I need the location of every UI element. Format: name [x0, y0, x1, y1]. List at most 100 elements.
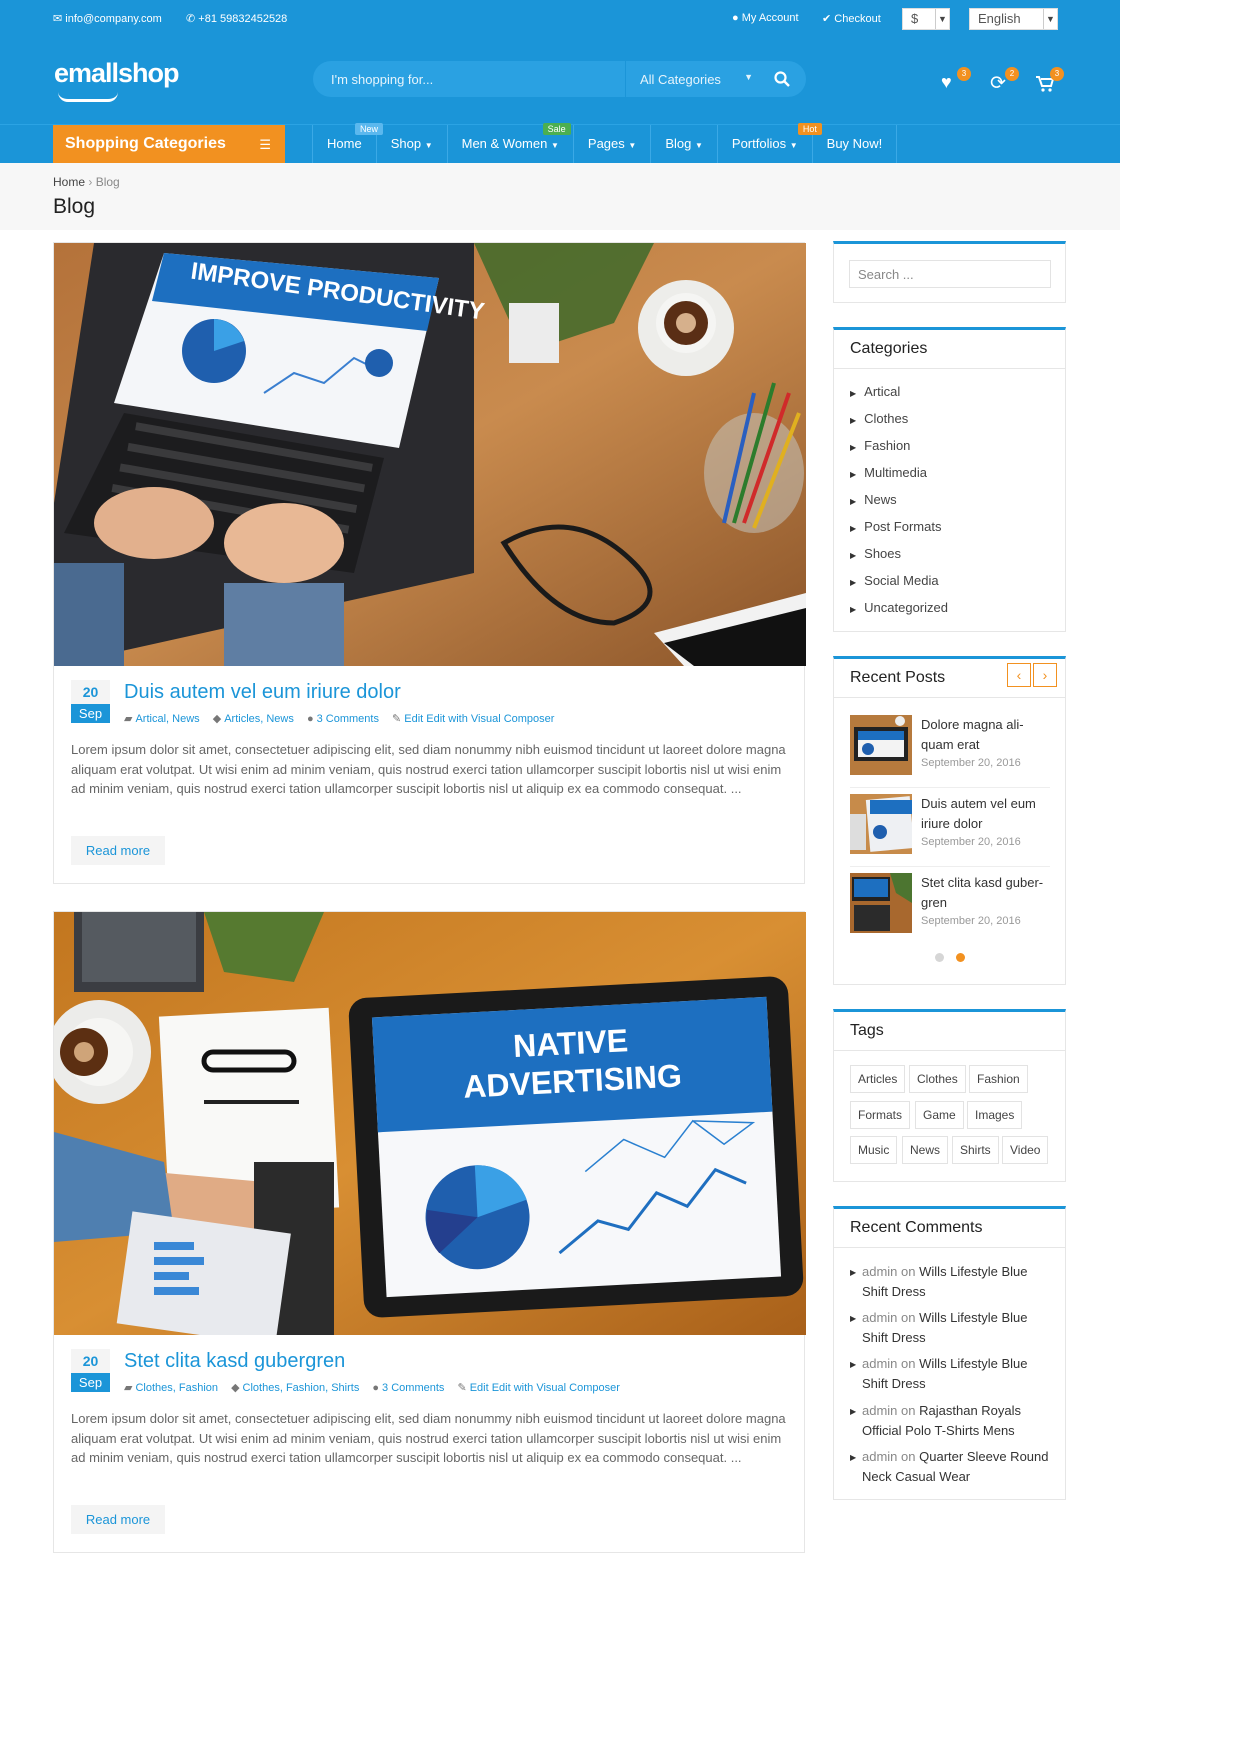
nav-men-women[interactable]: Men & Women ▼ Sale — [448, 123, 574, 163]
recent-post-item[interactable]: Dolore magna ali-quam erat September 20,… — [850, 715, 1050, 781]
tag-link[interactable]: Formats — [850, 1101, 911, 1129]
tag-link[interactable]: Music — [850, 1136, 898, 1164]
widget-title: Recent Posts — [850, 669, 946, 686]
header: emallshop I'm shopping for... All Catego… — [0, 38, 1120, 124]
shopping-categories-button[interactable]: Shopping Categories ☰ — [53, 125, 285, 163]
search-widget: Search ... — [833, 241, 1066, 303]
productivity-photo: IMPROVE PRODUCTIVITY — [54, 243, 806, 666]
post-comments[interactable]: 3 Comments — [317, 713, 379, 725]
recent-post-item[interactable]: Duis autem vel eum iriure dolor Septembe… — [850, 794, 1050, 860]
tag-link[interactable]: Clothes — [909, 1065, 966, 1093]
category-item[interactable]: ▶ Uncategorized — [850, 600, 948, 615]
checkout-link[interactable]: ✔ Checkout — [822, 12, 881, 25]
my-account-link[interactable]: ● My Account — [732, 12, 799, 24]
category-item[interactable]: ▶ Artical — [850, 384, 900, 399]
compare-icon[interactable]: ⟳ — [990, 72, 1006, 95]
folder-icon: ▰ — [124, 1382, 133, 1394]
tag-link[interactable]: Game — [915, 1101, 964, 1129]
category-item[interactable]: ▶ Fashion — [850, 438, 910, 453]
category-item[interactable]: ▶ Post Formats — [850, 519, 941, 534]
breadcrumb-home[interactable]: Home — [53, 175, 85, 189]
comments-icon: ● — [306, 713, 314, 725]
search-icon[interactable] — [774, 71, 790, 87]
nav-blog[interactable]: Blog ▼ — [651, 125, 718, 163]
caret-down-icon: ▼ — [789, 141, 798, 150]
cart-badge: 3 — [1050, 67, 1064, 81]
post-edit-link[interactable]: Edit Edit with Visual Composer — [404, 713, 554, 725]
check-icon: ✔ — [822, 13, 832, 25]
category-item[interactable]: ▶ Social Media — [850, 573, 939, 588]
nav-buy-now[interactable]: Buy Now! — [813, 125, 898, 163]
recent-post-thumbnail — [850, 873, 912, 933]
tag-icon: ◆ — [231, 1382, 240, 1394]
caret-right-icon: ▶ — [850, 497, 857, 506]
tag-link[interactable]: Shirts — [952, 1136, 999, 1164]
caret-right-icon: ▶ — [850, 1268, 857, 1277]
nav-shop[interactable]: Shop ▼ — [377, 125, 448, 163]
post-comments[interactable]: 3 Comments — [382, 1382, 444, 1394]
post-title[interactable]: Stet clita kasd gubergren — [124, 1350, 345, 1373]
nav-home[interactable]: Home New — [313, 123, 384, 163]
category-item[interactable]: ▶ Shoes — [850, 546, 901, 561]
email-contact[interactable]: ✉ info@company.com — [53, 12, 162, 25]
chevron-left-icon: ‹ — [1016, 667, 1022, 683]
caret-right-icon: ▶ — [850, 1360, 857, 1369]
list-icon: ☰ — [259, 137, 271, 152]
post-categories[interactable]: Artical, News — [135, 713, 199, 725]
caret-down-icon: ▼ — [424, 141, 433, 150]
post-tags[interactable]: Articles, News — [224, 713, 294, 725]
tag-link[interactable]: Articles — [850, 1065, 906, 1093]
sidebar-search-input[interactable]: Search ... — [849, 260, 1051, 288]
recent-posts-widget: Recent Posts ‹ › Dolore magna ali-quam e… — [833, 656, 1066, 985]
caret-right-icon: ▶ — [850, 443, 857, 452]
logo[interactable]: emallshop — [54, 58, 180, 102]
carousel-dot[interactable] — [935, 953, 944, 962]
caret-right-icon: ▶ — [850, 1314, 857, 1323]
category-item[interactable]: ▶ Multimedia — [850, 465, 927, 480]
recent-post-thumbnail — [850, 794, 912, 854]
carousel-dot-active[interactable] — [956, 953, 965, 962]
post-image[interactable]: NATIVE ADVERTISING — [54, 912, 806, 1335]
caret-down-icon: ▼ — [628, 141, 637, 150]
category-item[interactable]: ▶ Clothes — [850, 411, 908, 426]
breadcrumb: Home › Blog — [53, 175, 120, 189]
widget-title: Recent Comments — [850, 1219, 983, 1236]
post-excerpt: Lorem ipsum dolor sit amet, consectetuer… — [71, 1411, 786, 1466]
top-bar: ✉ info@company.com ✆ +81 59832452528 ● M… — [0, 0, 1120, 38]
categories-widget: Categories ▶ Artical ▶ Clothes ▶ Fashion ▶ M… — [833, 327, 1066, 632]
page-title: Blog — [53, 195, 96, 218]
phone-contact: ✆ +81 59832452528 — [186, 13, 288, 25]
tag-link[interactable]: Images — [967, 1101, 1023, 1129]
carousel-prev-button[interactable]: ‹ — [1007, 663, 1031, 687]
caret-right-icon: ▶ — [850, 470, 857, 479]
phone-icon: ✆ — [186, 13, 196, 25]
recent-comment-item: ▶ admin on Wills Lifestyle Blue Shift Dre… — [850, 1264, 1028, 1299]
post-meta: ▰ Artical, News ◆ Articles, News ● 3 Commen… — [124, 712, 554, 725]
language-select[interactable]: English ▼ — [969, 8, 1058, 30]
category-item[interactable]: ▶ News — [850, 492, 897, 507]
recent-comment-item: ▶ admin on Wills Lifestyle Blue Shift Dre… — [850, 1310, 1028, 1345]
post-tags[interactable]: Clothes, Fashion, Shirts — [243, 1382, 360, 1394]
search-input[interactable]: I'm shopping for... — [331, 72, 433, 87]
post-image[interactable]: IMPROVE PRODUCTIVITY — [54, 243, 806, 666]
post-categories[interactable]: Clothes, Fashion — [135, 1382, 218, 1394]
tag-link[interactable]: Fashion — [969, 1065, 1028, 1093]
recent-post-item[interactable]: Stet clita kasd guber-gren September 20,… — [850, 873, 1050, 939]
nav-portfolios[interactable]: Portfolios ▼ Hot — [718, 123, 822, 163]
chevron-down-icon: ▼ — [1043, 9, 1057, 29]
carousel-next-button[interactable]: › — [1033, 663, 1057, 687]
nav-pages[interactable]: Pages ▼ — [574, 125, 652, 163]
chevron-down-icon: ▼ — [744, 72, 753, 82]
chevron-down-icon: ▼ — [935, 9, 949, 29]
tag-link[interactable]: News — [902, 1136, 949, 1164]
currency-select[interactable]: $ ▼ — [902, 8, 950, 30]
read-more-button[interactable]: Read more — [71, 836, 165, 865]
menu-bar: Home New Shop ▼ Men & Women ▼ Sale Pages ▼… — [312, 123, 898, 163]
tag-link[interactable]: Video — [1002, 1136, 1049, 1164]
post-edit-link[interactable]: Edit Edit with Visual Composer — [470, 1382, 620, 1394]
category-select[interactable]: All Categories ▼ — [625, 61, 765, 97]
heart-icon[interactable]: ♥ — [941, 72, 952, 93]
read-more-button[interactable]: Read more — [71, 1505, 165, 1534]
post-title[interactable]: Duis autem vel eum iriure dolor — [124, 681, 401, 704]
pencil-icon: ✎ — [457, 1382, 467, 1394]
